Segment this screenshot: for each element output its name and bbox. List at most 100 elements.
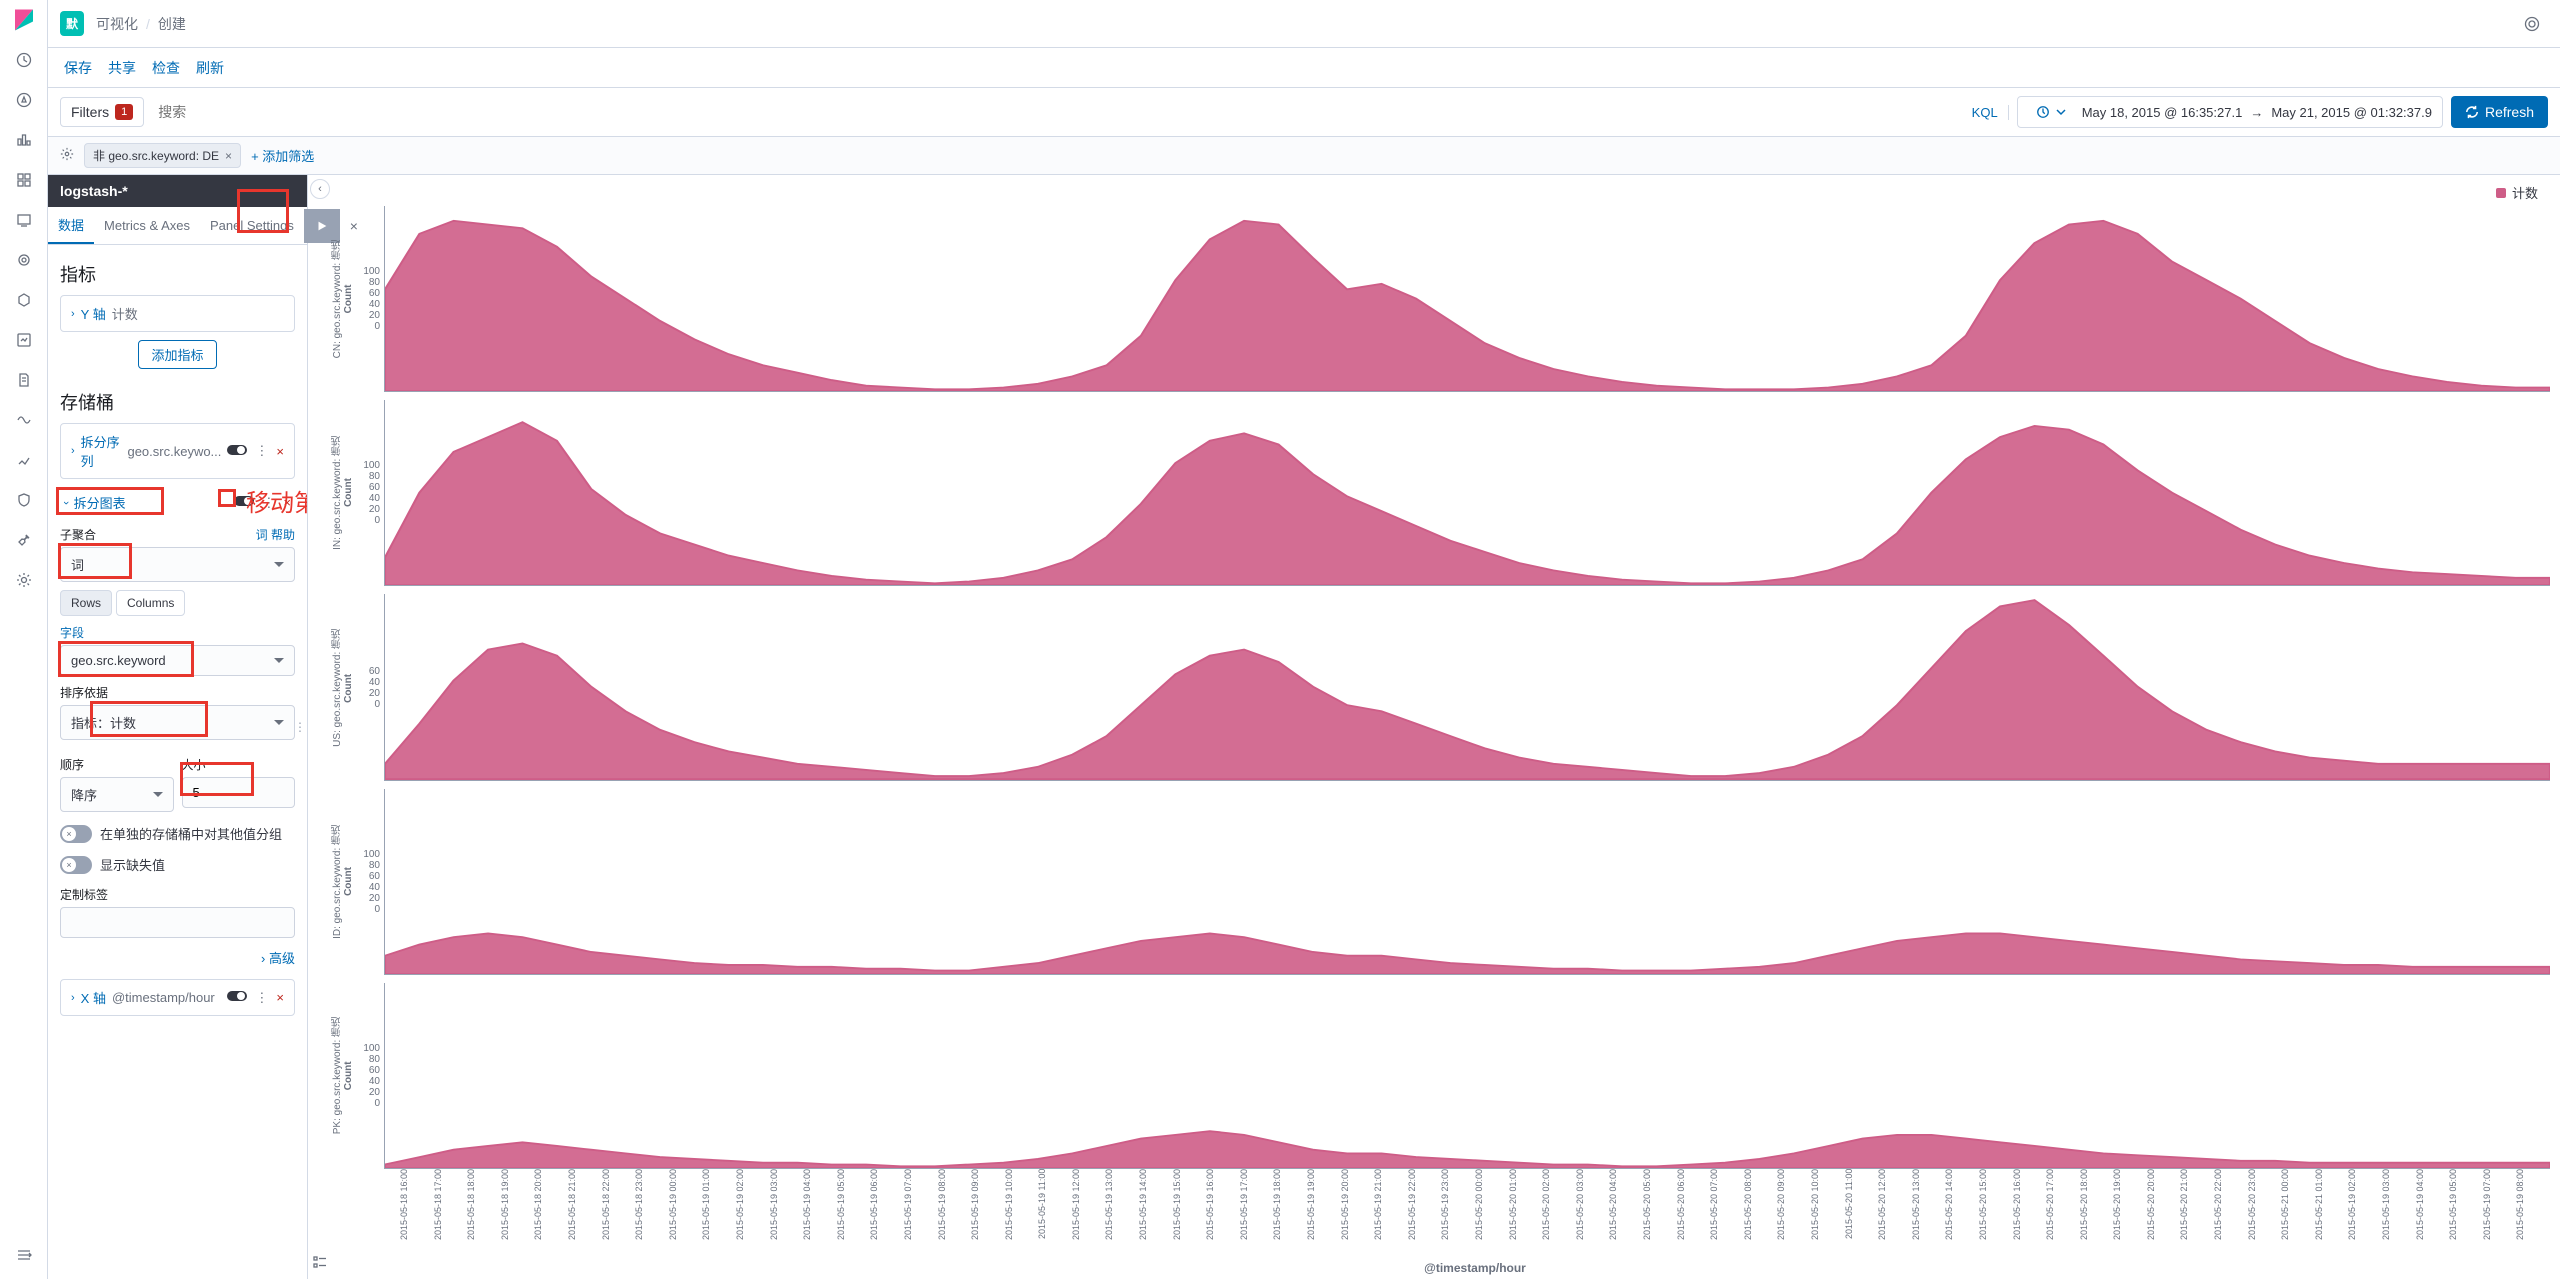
x-tick-label: 2015-05-18 16:00	[400, 1169, 434, 1259]
close-icon[interactable]: ×	[225, 149, 232, 163]
dev-tools-icon[interactable]	[12, 528, 36, 552]
order-select[interactable]: 降序	[60, 777, 174, 812]
x-tick-label: 2015-05-20 20:00	[2147, 1169, 2181, 1259]
x-tick-label: 2015-05-19 10:00	[1005, 1169, 1039, 1259]
y-axis-agg[interactable]: › Y 轴 计数	[60, 295, 295, 332]
filter-pill[interactable]: 非 geo.src.keyword: DE ×	[84, 143, 241, 168]
x-tick-label: 2015-05-18 19:00	[501, 1169, 535, 1259]
drag-icon[interactable]: ⋮	[255, 990, 268, 1006]
y-axis-ticks: 100806040200	[356, 1043, 380, 1109]
query-bar: Filters 1 KQL May 18, 2015 @ 16:35:27.1 …	[48, 88, 2560, 137]
date-quick-icon[interactable]	[2028, 101, 2074, 123]
metrics-icon[interactable]	[12, 328, 36, 352]
x-tick-label: 2015-05-19 01:00	[702, 1169, 736, 1259]
filters-count: 1	[115, 104, 133, 120]
y-axis-ticks: 6040200	[356, 666, 380, 710]
refresh-link[interactable]: 刷新	[196, 58, 224, 78]
add-filter-link[interactable]: + 添加筛选	[251, 146, 314, 165]
chart-plot[interactable]	[384, 206, 2550, 392]
delete-icon[interactable]: ×	[276, 444, 284, 459]
space-badge[interactable]: 默	[60, 11, 84, 36]
canvas-icon[interactable]	[12, 208, 36, 232]
x-tick-label: 2015-05-18 20:00	[534, 1169, 568, 1259]
chart-legend[interactable]: 计数	[332, 179, 2550, 206]
discover-icon[interactable]	[12, 88, 36, 112]
add-metric-button[interactable]: 添加指标	[138, 340, 216, 369]
dashboard-icon[interactable]	[12, 168, 36, 192]
order-by-select[interactable]: 指标：计数	[60, 705, 295, 740]
recent-icon[interactable]	[12, 48, 36, 72]
collapse-nav-icon[interactable]	[12, 1243, 36, 1267]
tab-metrics-axes[interactable]: Metrics & Axes	[94, 210, 200, 241]
apm-icon[interactable]	[12, 408, 36, 432]
chart-plot[interactable]	[384, 400, 2550, 586]
x-tick-label: 2015-05-19 19:00	[1307, 1169, 1341, 1259]
collapse-panel-button[interactable]: ‹	[310, 179, 330, 199]
date-to: May 21, 2015 @ 01:32:37.9	[2271, 105, 2432, 120]
x-tick-label: 2015-05-20 03:00	[1576, 1169, 1610, 1259]
save-link[interactable]: 保存	[64, 58, 92, 78]
visualize-icon[interactable]	[12, 128, 36, 152]
columns-option[interactable]: Columns	[116, 590, 185, 616]
index-pattern-band[interactable]: logstash-*	[48, 175, 307, 207]
newsfeed-icon[interactable]	[2516, 8, 2548, 40]
x-tick-label: 2015-05-19 05:00	[837, 1169, 871, 1259]
chart-plot[interactable]	[384, 789, 2550, 975]
toggle-icon[interactable]	[227, 990, 247, 1005]
chart-panel: CN: geo.src.keyword: 筛选Count100806040200	[332, 206, 2550, 392]
header-bar: 默 可视化 / 创建	[48, 0, 2560, 48]
y-axis-facet-label: PK: geo.src.keyword: 筛选Count	[332, 1017, 354, 1134]
x-tick-label: 2015-05-19 04:00	[2416, 1169, 2450, 1259]
drag-icon[interactable]: ⋮	[255, 443, 268, 459]
x-tick-label: 2015-05-18 23:00	[635, 1169, 669, 1259]
x-tick-label: 2015-05-21 01:00	[2315, 1169, 2349, 1259]
field-select[interactable]: geo.src.keyword	[60, 645, 295, 676]
legend-toggle-icon[interactable]	[312, 1254, 328, 1273]
breadcrumb: 可视化 / 创建	[96, 14, 186, 34]
filters-chip[interactable]: Filters 1	[60, 97, 144, 127]
logs-icon[interactable]	[12, 368, 36, 392]
custom-label-input[interactable]	[60, 907, 295, 938]
filter-settings-icon[interactable]	[60, 147, 74, 164]
stack-mgmt-icon[interactable]	[12, 568, 36, 592]
search-input[interactable]	[152, 98, 1953, 126]
group-other-toggle[interactable]: ×	[60, 825, 92, 843]
toggle-icon[interactable]	[227, 444, 247, 459]
ml-icon[interactable]	[12, 288, 36, 312]
show-missing-toggle[interactable]: ×	[60, 856, 92, 874]
x-tick-label: 2015-05-19 03:00	[770, 1169, 804, 1259]
tab-data[interactable]: 数据	[48, 207, 94, 244]
refresh-button[interactable]: Refresh	[2451, 96, 2548, 128]
delete-icon[interactable]: ×	[276, 990, 284, 1005]
sub-agg-select[interactable]: 词	[60, 547, 295, 582]
inspect-link[interactable]: 检查	[152, 58, 180, 78]
date-picker[interactable]: May 18, 2015 @ 16:35:27.1 → May 21, 2015…	[2017, 96, 2443, 128]
filter-row: 非 geo.src.keyword: DE × + 添加筛选	[48, 137, 2560, 175]
kibana-logo[interactable]	[12, 8, 36, 32]
size-input[interactable]	[182, 777, 296, 808]
advanced-link[interactable]: › 高级	[60, 948, 295, 967]
maps-icon[interactable]	[12, 248, 36, 272]
breadcrumb-item[interactable]: 可视化	[96, 14, 138, 34]
x-axis-agg[interactable]: › X 轴 @timestamp/hour ⋮ ×	[60, 979, 295, 1016]
uptime-icon[interactable]	[12, 448, 36, 472]
rows-option[interactable]: Rows	[60, 590, 112, 616]
chart-plot[interactable]	[384, 594, 2550, 780]
resize-handle-icon[interactable]: ⋮	[294, 720, 306, 734]
tab-panel-settings[interactable]: Panel Settings	[200, 210, 304, 241]
siem-icon[interactable]	[12, 488, 36, 512]
x-tick-label: 2015-05-20 10:00	[1811, 1169, 1845, 1259]
split-series-agg[interactable]: › 拆分序列 geo.src.keywo... ⋮ ×	[60, 423, 295, 479]
help-link[interactable]: 词 帮助	[256, 526, 295, 543]
x-tick-label: 2015-05-20 21:00	[2180, 1169, 2214, 1259]
chart-panel: ID: geo.src.keyword: 筛选Count100806040200	[332, 789, 2550, 975]
order-by-label: 排序依据	[60, 684, 108, 701]
x-tick-label: 2015-05-18 21:00	[568, 1169, 602, 1259]
x-tick-label: 2015-05-19 08:00	[938, 1169, 972, 1259]
x-tick-label: 2015-05-20 22:00	[2214, 1169, 2248, 1259]
share-link[interactable]: 共享	[108, 58, 136, 78]
breadcrumb-item[interactable]: 创建	[158, 14, 186, 34]
kql-toggle[interactable]: KQL	[1962, 105, 2009, 120]
chart-plot[interactable]	[384, 983, 2550, 1169]
x-tick-label: 2015-05-19 18:00	[1273, 1169, 1307, 1259]
